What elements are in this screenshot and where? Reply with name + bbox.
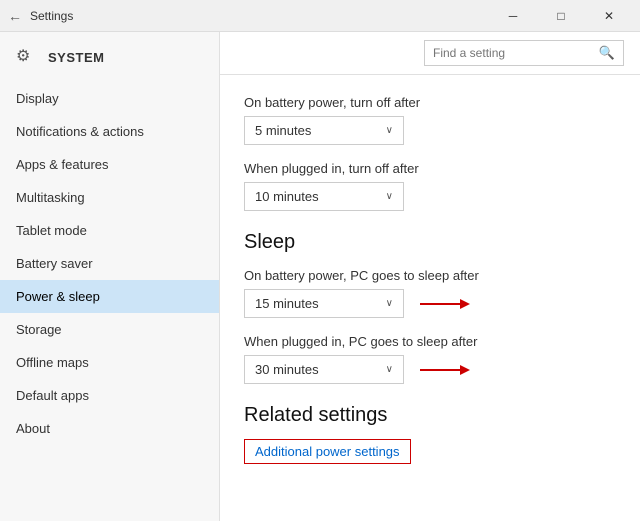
plugged-sleep-dropdown[interactable]: 30 minutes ∨: [244, 355, 404, 384]
search-input[interactable]: [433, 46, 599, 60]
chevron-down-icon-2: ∨: [386, 191, 393, 202]
app-body: ⚙ SYSTEM Display Notifications & actions…: [0, 32, 640, 521]
battery-turn-off-dropdown[interactable]: 5 minutes ∨: [244, 116, 404, 145]
search-wrap[interactable]: 🔍: [424, 40, 624, 66]
search-bar: 🔍: [220, 32, 640, 75]
plugged-sleep-section: When plugged in, PC goes to sleep after …: [244, 334, 608, 384]
sidebar-item-default[interactable]: Default apps: [0, 379, 219, 412]
gear-icon: ⚙: [16, 46, 38, 68]
sidebar-item-multitasking[interactable]: Multitasking: [0, 181, 219, 214]
sidebar-item-offline[interactable]: Offline maps: [0, 346, 219, 379]
plugged-turn-off-value: 10 minutes: [255, 189, 319, 204]
minimize-button[interactable]: ─: [490, 0, 536, 32]
plugged-sleep-row: 30 minutes ∨: [244, 355, 608, 384]
sidebar-item-notifications[interactable]: Notifications & actions: [0, 115, 219, 148]
sleep-section-title: Sleep: [244, 231, 608, 254]
sidebar-item-power[interactable]: Power & sleep: [0, 280, 219, 313]
sidebar-system-label: SYSTEM: [48, 50, 104, 65]
window-controls: ─ □ ✕: [490, 0, 632, 32]
sidebar-item-display[interactable]: Display: [0, 82, 219, 115]
sidebar-item-tablet[interactable]: Tablet mode: [0, 214, 219, 247]
battery-sleep-label: On battery power, PC goes to sleep after: [244, 268, 608, 283]
sidebar-item-storage[interactable]: Storage: [0, 313, 219, 346]
plugged-turn-off-dropdown[interactable]: 10 minutes ∨: [244, 182, 404, 211]
red-arrow-svg-2: [420, 360, 470, 380]
sidebar-item-about[interactable]: About: [0, 412, 219, 445]
additional-power-settings-link[interactable]: Additional power settings: [244, 439, 411, 464]
content-scroll: On battery power, turn off after 5 minut…: [220, 75, 640, 521]
title-bar-title: Settings: [30, 9, 490, 23]
close-button[interactable]: ✕: [586, 0, 632, 32]
search-icon: 🔍: [599, 45, 615, 61]
plugged-sleep-label: When plugged in, PC goes to sleep after: [244, 334, 608, 349]
sidebar-item-apps[interactable]: Apps & features: [0, 148, 219, 181]
plugged-sleep-value: 30 minutes: [255, 362, 319, 377]
battery-turn-off-value: 5 minutes: [255, 123, 311, 138]
related-section-title: Related settings: [244, 404, 608, 427]
plugged-turn-off-label: When plugged in, turn off after: [244, 161, 608, 176]
arrow-indicator-1: [420, 294, 470, 314]
chevron-down-icon-3: ∨: [386, 298, 393, 309]
chevron-down-icon-4: ∨: [386, 364, 393, 375]
sidebar-header: ⚙ SYSTEM: [0, 32, 219, 82]
battery-turn-off-section: On battery power, turn off after 5 minut…: [244, 95, 608, 145]
sidebar-item-battery[interactable]: Battery saver: [0, 247, 219, 280]
content-area: 🔍 On battery power, turn off after 5 min…: [220, 32, 640, 521]
sidebar-nav: Display Notifications & actions Apps & f…: [0, 82, 219, 445]
plugged-turn-off-section: When plugged in, turn off after 10 minut…: [244, 161, 608, 211]
maximize-button[interactable]: □: [538, 0, 584, 32]
red-arrow-svg-1: [420, 294, 470, 314]
battery-sleep-section: On battery power, PC goes to sleep after…: [244, 268, 608, 318]
battery-turn-off-label: On battery power, turn off after: [244, 95, 608, 110]
back-button[interactable]: ←: [8, 8, 22, 24]
battery-sleep-dropdown[interactable]: 15 minutes ∨: [244, 289, 404, 318]
sidebar: ⚙ SYSTEM Display Notifications & actions…: [0, 32, 220, 521]
title-bar: ← Settings ─ □ ✕: [0, 0, 640, 32]
battery-sleep-value: 15 minutes: [255, 296, 319, 311]
chevron-down-icon: ∨: [386, 125, 393, 136]
battery-sleep-row: 15 minutes ∨: [244, 289, 608, 318]
arrow-indicator-2: [420, 360, 470, 380]
